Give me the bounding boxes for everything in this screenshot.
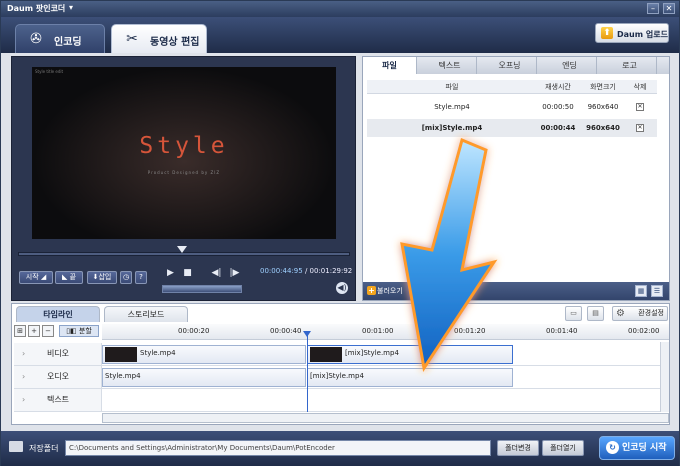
timeline-panel: 타임라인 스토리보드 ▭ ▤ ⚙ 환경설정 ⊞ + − ▯◧ 분할 00:00:2… bbox=[11, 303, 670, 425]
video-clip-selected[interactable]: [mix]Style.mp4 bbox=[307, 345, 513, 364]
tab-encoding[interactable]: ✇ 인코딩 bbox=[15, 24, 105, 53]
fit-icon[interactable]: ⊞ bbox=[14, 325, 26, 337]
title-bar: Daum 팟인코더 ▾ – ✕ bbox=[1, 1, 679, 17]
save-folder-label: 저장폴더 bbox=[29, 444, 59, 453]
delete-icon[interactable]: ✕ bbox=[636, 124, 644, 132]
load-file-button[interactable]: + 불러오기 bbox=[365, 285, 411, 297]
tab-video-edit[interactable]: ✂ 동영상 편집 bbox=[111, 24, 207, 53]
file-panel: 파일 텍스트 오프닝 엔딩 로고 파일 재생시간 화면크기 삭제 Style.m… bbox=[362, 56, 670, 301]
stop-icon[interactable]: ■ bbox=[181, 267, 194, 280]
vertical-scrollbar[interactable] bbox=[660, 342, 669, 412]
current-time: 00:00:44:95 bbox=[260, 267, 303, 275]
file-panel-footer: + 불러오기 ▦ ☰ bbox=[363, 282, 669, 300]
app-menu-chevron-icon[interactable]: ▾ bbox=[69, 3, 73, 12]
playhead[interactable] bbox=[307, 332, 308, 412]
tab-timeline[interactable]: 타임라인 bbox=[16, 306, 100, 322]
tab-file[interactable]: 파일 bbox=[363, 57, 417, 74]
open-folder-button[interactable]: 폴더열기 bbox=[542, 440, 584, 456]
video-clip[interactable]: Style.mp4 bbox=[102, 345, 306, 364]
video-player: Style title edit Style Product Designed … bbox=[11, 56, 356, 301]
time-ruler[interactable]: 00:00:20 00:00:40 00:01:00 00:01:20 00:0… bbox=[102, 324, 669, 340]
preview-screen: Style title edit Style Product Designed … bbox=[32, 67, 336, 239]
folder-icon[interactable]: ▭ bbox=[565, 306, 582, 321]
list-view-icon[interactable]: ☰ bbox=[651, 285, 663, 297]
clip-thumbnail bbox=[310, 347, 342, 362]
folder-icon bbox=[9, 441, 23, 452]
minimize-button[interactable]: – bbox=[647, 3, 659, 14]
playhead-handle[interactable] bbox=[303, 331, 311, 337]
clock-icon[interactable]: ◷ bbox=[120, 271, 132, 284]
preview-title-text: Style bbox=[139, 133, 229, 159]
time-readout: 00:00:44:95 / 00:01:29:92 bbox=[260, 267, 352, 275]
tab-encoding-label: 인코딩 bbox=[54, 37, 82, 48]
scissors-film-icon: ✂ bbox=[126, 31, 138, 47]
settings-button[interactable]: ⚙ 환경설정 bbox=[612, 306, 668, 321]
audio-clip[interactable]: [mix]Style.mp4 bbox=[307, 368, 513, 387]
text-track: › 텍스트 bbox=[14, 389, 669, 412]
close-button[interactable]: ✕ bbox=[663, 3, 675, 14]
preview-corner-text: Style title edit bbox=[35, 69, 64, 74]
start-encoding-button[interactable]: ↻ 인코딩 시작 bbox=[599, 436, 675, 460]
audio-clip[interactable]: Style.mp4 bbox=[102, 368, 306, 387]
tab-video-edit-label: 동영상 편집 bbox=[150, 37, 200, 48]
help-button[interactable]: ? bbox=[135, 271, 147, 284]
grid-view-icon[interactable]: ▦ bbox=[635, 285, 647, 297]
save-icon[interactable]: ▤ bbox=[587, 306, 604, 321]
total-time: / 00:01:29:92 bbox=[304, 267, 353, 275]
timeline-tools: ⊞ + − ▯◧ 분할 bbox=[14, 325, 100, 339]
app-window: Daum 팟인코더 ▾ – ✕ ✇ 인코딩 ✂ 동영상 편집 ⬆ Daum 업로… bbox=[0, 0, 680, 466]
gear-icon: ⚙ bbox=[616, 308, 625, 319]
tab-opening[interactable]: 오프닝 bbox=[483, 57, 537, 74]
speaker-icon[interactable]: ◀) bbox=[336, 282, 348, 294]
tab-logo[interactable]: 로고 bbox=[603, 57, 657, 74]
plus-icon: + bbox=[367, 286, 376, 295]
table-row[interactable]: [mix]Style.mp4 00:00:44 960x640 ✕ bbox=[367, 119, 657, 137]
change-folder-button[interactable]: 폴더변경 bbox=[497, 440, 539, 456]
tab-storyboard[interactable]: 스토리보드 bbox=[104, 306, 188, 322]
daum-upload-button[interactable]: ⬆ Daum 업로드 bbox=[595, 23, 669, 43]
tab-ending[interactable]: 엔딩 bbox=[543, 57, 597, 74]
horizontal-scrollbar[interactable] bbox=[102, 413, 669, 423]
insert-button[interactable]: ⬇삽입 bbox=[87, 271, 117, 284]
save-path-field[interactable]: C:\Documents and Settings\Administrator\… bbox=[65, 440, 491, 456]
delete-icon[interactable]: ✕ bbox=[636, 103, 644, 111]
next-frame-icon[interactable]: |▶ bbox=[228, 267, 241, 280]
table-row[interactable]: Style.mp4 00:00:50 960x640 ✕ bbox=[367, 98, 657, 116]
film-reel-icon: ✇ bbox=[30, 31, 42, 47]
seek-knob[interactable] bbox=[177, 246, 187, 253]
encode-icon: ↻ bbox=[606, 441, 619, 454]
file-table-header: 파일 재생시간 화면크기 삭제 bbox=[367, 80, 657, 94]
zoom-in-icon[interactable]: + bbox=[28, 325, 40, 337]
tab-text[interactable]: 텍스트 bbox=[423, 57, 477, 74]
mark-start-button[interactable]: 시작 ◢ bbox=[19, 271, 53, 284]
clip-thumbnail bbox=[105, 347, 137, 362]
prev-frame-icon[interactable]: ◀| bbox=[210, 267, 223, 280]
panel-tabs: 파일 텍스트 오프닝 엔딩 로고 bbox=[363, 57, 669, 74]
app-title: Daum 팟인코더 bbox=[7, 4, 66, 13]
play-icon[interactable]: ▶ bbox=[164, 267, 177, 280]
audio-track: › 오디오 Style.mp4 [mix]Style.mp4 bbox=[14, 366, 669, 389]
bottom-bar: 저장폴더 C:\Documents and Settings\Administr… bbox=[1, 431, 679, 466]
main-toolbar: ✇ 인코딩 ✂ 동영상 편집 bbox=[1, 17, 679, 53]
video-track: › 비디오 Style.mp4 [mix]Style.mp4 bbox=[14, 343, 669, 366]
volume-slider[interactable] bbox=[162, 285, 242, 293]
preview-subtitle-text: Product Designed by ZIZ bbox=[147, 170, 221, 175]
split-button[interactable]: ▯◧ 분할 bbox=[59, 325, 99, 337]
upload-arrow-icon: ⬆ bbox=[601, 27, 613, 39]
mark-end-button[interactable]: ◣ 끝 bbox=[55, 271, 83, 284]
zoom-out-icon[interactable]: − bbox=[42, 325, 54, 337]
